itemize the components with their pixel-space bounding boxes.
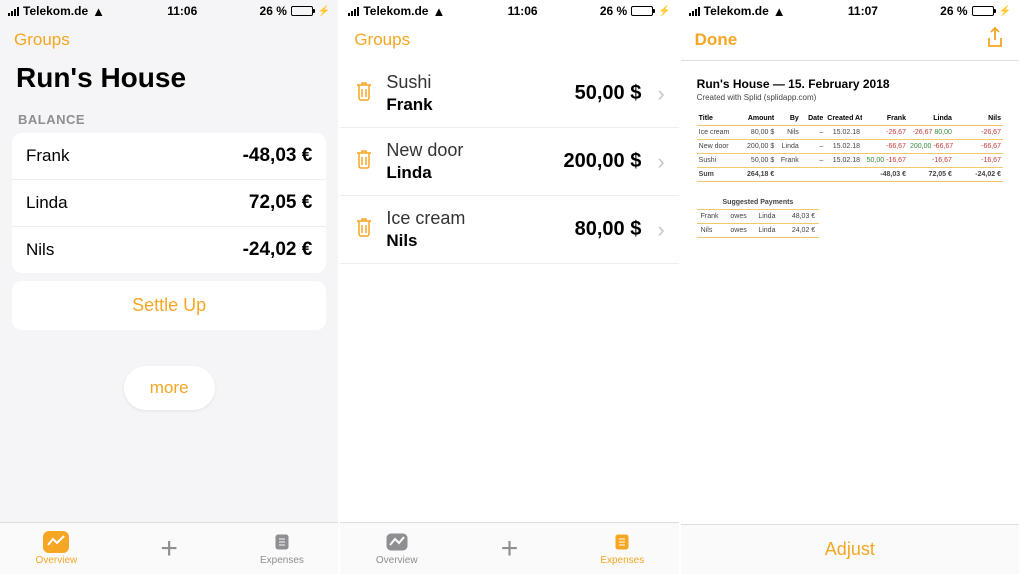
- charging-icon: ⚡: [658, 6, 670, 17]
- tab-bar: Overview + Expenses: [0, 522, 338, 574]
- carrier-label: Telekom.de: [704, 4, 769, 18]
- trash-icon[interactable]: [354, 148, 374, 175]
- expense-payer: Frank: [386, 95, 562, 115]
- battery-icon: [972, 6, 994, 16]
- balance-name: Linda: [26, 193, 68, 213]
- chevron-right-icon: ›: [653, 149, 668, 175]
- signal-icon: [8, 6, 19, 16]
- report-subtitle: Created with Splid (splidapp.com): [697, 93, 1003, 102]
- expense-row[interactable]: Ice cream Nils 80,00 $ ›: [340, 196, 678, 264]
- more-button[interactable]: more: [124, 366, 215, 410]
- nav-header: Groups: [340, 20, 678, 60]
- tab-expenses-label: Expenses: [600, 555, 644, 566]
- wifi-icon: ▲: [773, 5, 786, 18]
- done-button[interactable]: Done: [695, 30, 738, 50]
- charging-icon: ⚡: [999, 6, 1011, 17]
- screen-overview: Telekom.de ▲ 11:06 26 % ⚡ Groups Run's H…: [0, 0, 340, 574]
- screen-expenses: Telekom.de ▲ 11:06 26 % ⚡ Groups Sushi F…: [340, 0, 680, 574]
- balance-row[interactable]: Nils -24,02 €: [12, 227, 326, 273]
- tab-expenses-label: Expenses: [260, 555, 304, 566]
- expense-title: New door: [386, 140, 551, 161]
- battery-percent: 26 %: [600, 4, 627, 18]
- balance-name: Nils: [26, 240, 54, 260]
- suggested-payments-table: Suggested Payments Frank owes Linda 48,0…: [697, 196, 820, 238]
- balance-section-header: BALANCE: [0, 106, 338, 133]
- clock: 11:06: [167, 4, 197, 18]
- balance-name: Frank: [26, 146, 69, 166]
- tab-add[interactable]: +: [113, 538, 226, 560]
- nav-header: Done: [681, 20, 1019, 60]
- expense-amount: 80,00 $: [575, 218, 642, 241]
- balance-row[interactable]: Linda 72,05 €: [12, 180, 326, 227]
- wifi-icon: ▲: [92, 5, 105, 18]
- expense-amount: 50,00 $: [575, 82, 642, 105]
- nav-header: Groups: [0, 20, 338, 60]
- signal-icon: [348, 6, 359, 16]
- balance-row[interactable]: Frank -48,03 €: [12, 133, 326, 180]
- clock: 11:06: [508, 4, 538, 18]
- signal-icon: [689, 6, 700, 16]
- balance-amount: -48,03 €: [243, 145, 313, 167]
- tab-expenses[interactable]: Expenses: [226, 531, 339, 566]
- plus-icon: +: [497, 538, 523, 560]
- report-document: Run's House — 15. February 2018 Created …: [691, 71, 1009, 244]
- expense-row[interactable]: New door Linda 200,00 $ ›: [340, 128, 678, 196]
- trash-icon[interactable]: [354, 216, 374, 243]
- adjust-button[interactable]: Adjust: [825, 539, 875, 560]
- screen-report: Telekom.de ▲ 11:07 26 % ⚡ Done Run's Hou…: [681, 0, 1021, 574]
- battery-percent: 26 %: [260, 4, 287, 18]
- expense-title: Sushi: [386, 72, 562, 93]
- share-icon[interactable]: [985, 26, 1005, 55]
- battery-percent: 26 %: [940, 4, 967, 18]
- expenses-icon: [269, 531, 295, 553]
- expense-row[interactable]: Sushi Frank 50,00 $ ›: [340, 60, 678, 128]
- balance-amount: 72,05 €: [249, 192, 312, 214]
- settle-up-card[interactable]: Settle Up: [12, 281, 326, 330]
- status-bar: Telekom.de ▲ 11:07 26 % ⚡: [681, 0, 1019, 20]
- status-bar: Telekom.de ▲ 11:06 26 % ⚡: [0, 0, 338, 20]
- report-table: TitleAmount ByDate Created AtFrank Linda…: [697, 112, 1003, 182]
- tab-overview[interactable]: Overview: [340, 531, 453, 566]
- plus-icon: +: [156, 538, 182, 560]
- status-bar: Telekom.de ▲ 11:06 26 % ⚡: [340, 0, 678, 20]
- carrier-label: Telekom.de: [363, 4, 428, 18]
- overview-icon: [43, 531, 69, 553]
- battery-icon: [291, 6, 313, 16]
- tab-add[interactable]: +: [453, 538, 566, 560]
- charging-icon: ⚡: [318, 6, 330, 17]
- bottom-toolbar: Adjust: [681, 524, 1019, 574]
- tab-overview-label: Overview: [376, 555, 418, 566]
- page-title: Run's House: [0, 60, 338, 106]
- balance-amount: -24,02 €: [243, 239, 313, 261]
- expense-payer: Nils: [386, 231, 562, 251]
- chevron-right-icon: ›: [653, 217, 668, 243]
- groups-back-button[interactable]: Groups: [14, 30, 70, 50]
- report-title: Run's House — 15. February 2018: [697, 77, 1003, 91]
- battery-icon: [631, 6, 653, 16]
- tab-overview[interactable]: Overview: [0, 531, 113, 566]
- expense-title: Ice cream: [386, 208, 562, 229]
- chevron-right-icon: ›: [653, 81, 668, 107]
- trash-icon[interactable]: [354, 80, 374, 107]
- settle-up-button[interactable]: Settle Up: [132, 295, 206, 315]
- wifi-icon: ▲: [432, 5, 445, 18]
- expenses-icon: [609, 531, 635, 553]
- expense-amount: 200,00 $: [563, 150, 641, 173]
- expense-payer: Linda: [386, 163, 551, 183]
- tab-bar: Overview + Expenses: [340, 522, 678, 574]
- groups-back-button[interactable]: Groups: [354, 30, 410, 50]
- balance-list: Frank -48,03 € Linda 72,05 € Nils -24,02…: [12, 133, 326, 273]
- tab-overview-label: Overview: [36, 555, 78, 566]
- tab-expenses[interactable]: Expenses: [566, 531, 679, 566]
- overview-icon: [384, 531, 410, 553]
- carrier-label: Telekom.de: [23, 4, 88, 18]
- clock: 11:07: [848, 4, 878, 18]
